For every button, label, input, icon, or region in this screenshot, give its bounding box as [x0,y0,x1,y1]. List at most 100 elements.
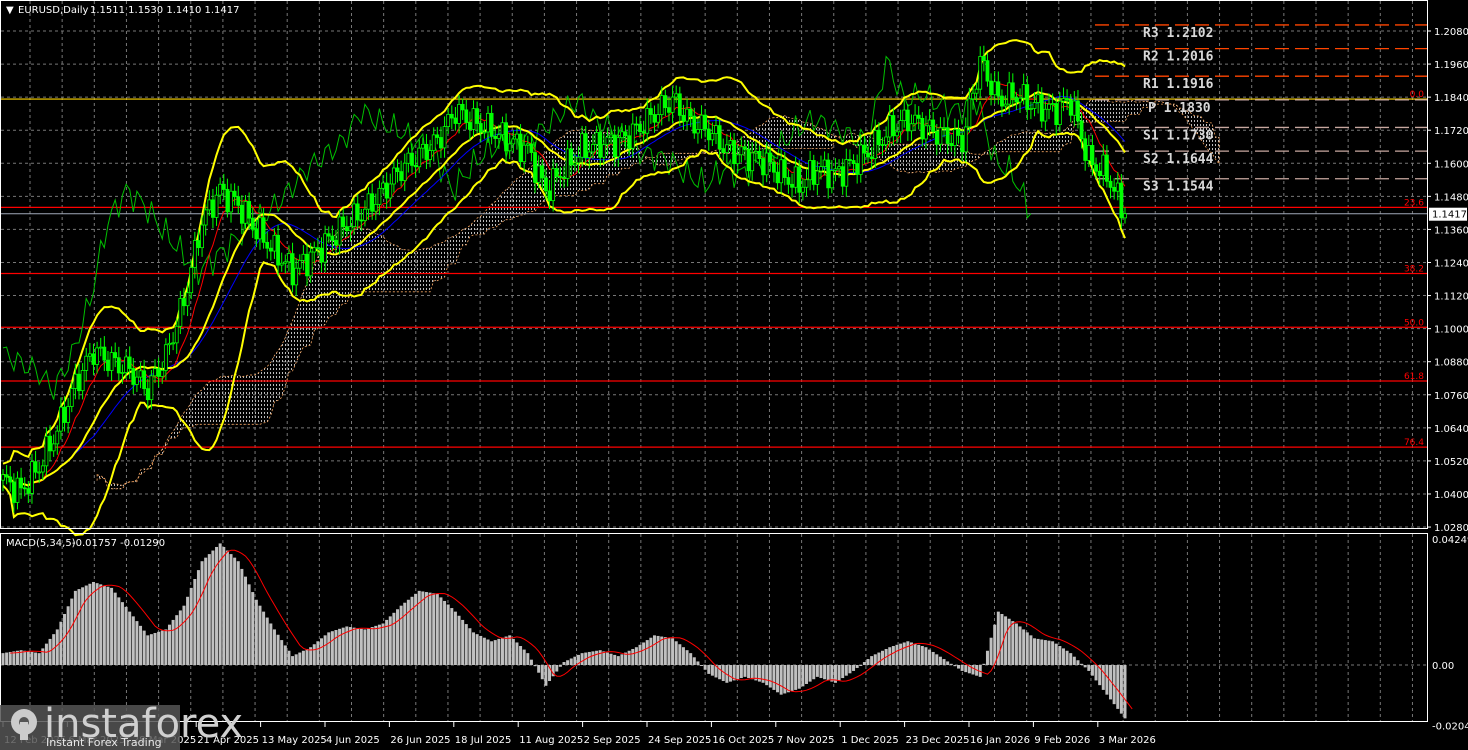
macd-histogram-bar [957,665,961,669]
price-bar [1000,89,1004,117]
price-bar [931,111,936,139]
macd-histogram-bar [609,653,613,665]
macd-histogram-bar [435,593,439,665]
collapse-triangle-icon[interactable]: ▼ [6,5,14,16]
price-bar [211,188,215,229]
macd-histogram-bar [305,648,309,665]
macd-histogram-bar [211,550,215,665]
price-bar [87,342,92,362]
macd-histogram-bar [41,648,45,665]
macd-histogram-bar [298,652,302,665]
macd-histogram-bar [696,661,700,665]
macd-histogram-bar [294,654,298,665]
macd-histogram-bar [320,638,324,665]
price-bar [721,138,726,161]
macd-histogram-bar [81,587,85,665]
price-bar [388,173,393,207]
price-bar [225,178,230,218]
macd-histogram-bar [363,629,367,665]
macd-histogram-bar [663,637,667,665]
kumo-cloud [96,97,1220,490]
macd-histogram-bar [790,665,794,692]
date-tick-label: 9 Feb 2026 [1034,735,1090,746]
price-bar [8,465,13,492]
macd-histogram-bar [142,630,146,665]
macd-histogram-bar [1025,632,1029,665]
watermark-tagline: Instant Forex Trading [46,736,162,749]
macd-tick-label: -0.02043 [1432,722,1468,733]
macd-histogram-bar [26,651,30,665]
macd-histogram-bar [728,665,732,682]
price-bar [829,160,834,194]
macd-histogram-bar [794,665,798,690]
macd-histogram-bar [859,665,863,666]
macd-histogram-bar [258,605,262,665]
price-bar [525,135,530,154]
price-bar [1043,101,1048,132]
macd-histogram-bar [1047,640,1051,665]
price-bar [898,109,903,143]
price-bar [250,207,255,238]
fib-level-label: 61.8 [1404,372,1424,382]
fib-level-label: 76.4 [1404,438,1424,448]
price-bar [985,52,990,87]
price-bar [297,254,302,276]
macd-histogram-bar [102,585,106,665]
pivot-label: R3 1.2102 [1143,26,1213,41]
macd-histogram-bar [182,605,186,665]
macd-histogram-bar [175,615,179,665]
price-bar [833,158,838,182]
macd-histogram-bar [348,627,352,665]
fib-level-label: 50.0 [1404,318,1424,328]
price-bar [489,105,494,145]
macd-histogram-bar [924,647,928,665]
macd-histogram-bar [786,665,790,693]
macd-histogram-bar [486,639,490,665]
macd-histogram-bar [128,611,132,665]
price-bar [710,122,715,146]
macd-histogram-bar [254,599,258,665]
macd-histogram-bar [432,593,436,665]
macd-histogram-bar [797,665,801,689]
macd-histogram-bar [779,665,783,695]
macd-histogram-bar [204,557,208,665]
macd-histogram-bar [1011,621,1015,665]
price-bar [1032,92,1037,117]
price-bar [290,242,295,293]
macd-histogram-bar [602,651,606,665]
macd-histogram-bar [888,647,892,665]
macd-histogram-bar [776,665,780,693]
macd-histogram-bar [160,630,164,665]
macd-histogram-bar [656,635,660,665]
macd-histogram-bar [1080,663,1084,665]
macd-histogram-bar [207,554,211,665]
macd-histogram-bar [522,649,526,665]
macd-histogram-bar [870,656,874,665]
macd-histogram-bar [146,635,150,665]
macd-histogram-bar [8,651,12,665]
macd-histogram-bar [1033,638,1037,665]
macd-histogram-bar [243,576,247,665]
price-bar [522,134,527,173]
macd-histogram-bar [110,587,114,665]
date-tick-label: 3 Mar 2026 [1099,735,1156,746]
macd-histogram-bar [707,665,711,674]
macd-histogram-bar [862,662,866,665]
macd-histogram-bar [812,665,816,680]
macd-histogram-bar [906,641,910,665]
macd-histogram-bar [1119,665,1123,714]
price-bar [663,89,668,117]
price-bar [1061,87,1066,112]
eurusd-chart[interactable]: 0.0 23.6 38.2 50.0 61.8 76.4 R3 1.2102 R2 1.201… [0,0,1468,750]
macd-histogram-bar [200,561,204,665]
price-axis[interactable]: 1.2080 1.1960 1.1840 1.1720 1.1600 1.1480 1.13… [1427,27,1468,733]
macd-histogram-bar [70,598,74,665]
price-bar [131,358,136,395]
macd-histogram-bar [598,650,602,665]
price-bar [84,348,89,382]
macd-histogram-bar [399,605,403,665]
macd-histogram-bar [338,628,342,665]
macd-histogram-bar [826,665,830,681]
price-bar [840,158,845,195]
macd-histogram-bar [153,632,157,665]
